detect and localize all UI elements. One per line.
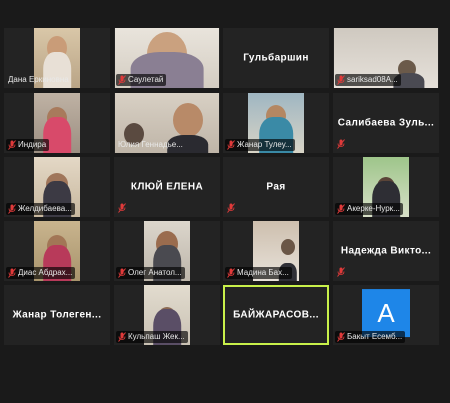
mic-muted-icon [8, 268, 16, 278]
participant-name: sariksad08A... [347, 75, 398, 84]
participant-avatar: A [362, 289, 410, 338]
participant-tile[interactable]: Надежда Викто... [333, 221, 439, 281]
participant-name-label: Мадина Бах... [225, 267, 292, 279]
participant-name: Надежда Викто... [340, 245, 432, 257]
participant-name: Дана Еркиновна [8, 75, 69, 84]
participant-name-label: Жанар Тулеу... [225, 139, 295, 151]
mic-muted-icon [8, 140, 16, 150]
mic-muted-icon [118, 268, 126, 278]
participant-name: Кульпаш Жек... [128, 332, 185, 341]
participant-name: БАЙЖАРАСОВ... [233, 309, 319, 321]
mic-muted-icon [8, 204, 16, 214]
participant-tile[interactable]: Гульбаршин [223, 28, 329, 88]
participant-tile[interactable]: Кульпаш Жек... [114, 285, 220, 345]
mic-muted-icon [118, 332, 126, 342]
mic-muted-icon [227, 203, 235, 213]
participant-tile[interactable]: Салибаева Зуль... [333, 93, 439, 153]
participant-tile[interactable]: Саулетай [114, 28, 220, 88]
participant-tile[interactable]: Индира [4, 93, 110, 153]
participant-tile[interactable]: Диас Абдрах... [4, 221, 110, 281]
participant-name-label: Олег Анатол... [116, 267, 185, 279]
participant-name: Бакыт Есемб... [347, 332, 403, 341]
participant-name-label: sariksad08A... [335, 74, 401, 86]
participant-tile[interactable]: Жанар Толеген... [4, 285, 110, 345]
participant-tile[interactable]: Олег Анатол... [114, 221, 220, 281]
participant-name: Жанар Толеген... [12, 309, 102, 321]
participant-name-label: Дана Еркиновна [6, 74, 72, 86]
participant-name-label: Кульпаш Жек... [116, 331, 188, 343]
participant-name-label: Юлия Геннадье... [116, 139, 186, 151]
video-conference-screen: Дана Еркиновна Саулетай Гульбаршин sarik… [0, 0, 450, 403]
participant-tile[interactable]: Желдибаева... [4, 157, 110, 217]
participant-tile[interactable]: A Бакыт Есемб... [333, 285, 439, 345]
mic-muted-icon [337, 332, 345, 342]
mic-muted-icon [337, 204, 345, 214]
mic-muted-icon [337, 139, 345, 149]
participant-name: Салибаева Зуль... [337, 117, 435, 129]
participant-name-label: Бакыт Есемб... [335, 331, 406, 343]
participant-name: Олег Анатол... [128, 268, 182, 277]
participant-name: КЛЮЙ ЕЛЕНА [130, 181, 204, 193]
participant-name: Акерке-Нурк... [347, 204, 400, 213]
mic-muted-icon [227, 140, 235, 150]
participant-name-label: Акерке-Нурк... [335, 203, 403, 215]
participant-name: Желдибаева... [18, 204, 72, 213]
participant-tile[interactable]: Дана Еркиновна [4, 28, 110, 88]
mic-muted-icon [118, 203, 126, 213]
participant-name-label: Индира [6, 139, 50, 151]
participant-name: Мадина Бах... [237, 268, 289, 277]
participant-name: Юлия Геннадье... [118, 140, 183, 149]
participant-name-label: Диас Абдрах... [6, 267, 76, 279]
participant-tile[interactable]: Мадина Бах... [223, 221, 329, 281]
participant-tile[interactable]: Акерке-Нурк... [333, 157, 439, 217]
participant-tile[interactable]: КЛЮЙ ЕЛЕНА [114, 157, 220, 217]
mic-muted-icon [118, 75, 126, 85]
mic-muted-icon [337, 267, 345, 277]
participant-tile[interactable]: Жанар Тулеу... [223, 93, 329, 153]
participant-name: Жанар Тулеу... [237, 140, 292, 149]
participant-name: Рая [266, 181, 286, 193]
participant-name-label: Саулетай [116, 74, 167, 86]
participant-tile-active-speaker[interactable]: БАЙЖАРАСОВ... [223, 285, 329, 345]
participant-name: Индира [18, 140, 47, 149]
mic-muted-icon [227, 268, 235, 278]
participant-grid: Дана Еркиновна Саулетай Гульбаршин sarik… [0, 0, 450, 403]
participant-tile[interactable]: Юлия Геннадье... [114, 93, 220, 153]
participant-name: Диас Абдрах... [18, 268, 73, 277]
mic-muted-icon [337, 75, 345, 85]
participant-name: Саулетай [128, 75, 164, 84]
participant-tile[interactable]: Рая [223, 157, 329, 217]
participant-name-label: Желдибаева... [6, 203, 75, 215]
participant-name: Гульбаршин [243, 52, 309, 64]
participant-tile[interactable]: sariksad08A... [333, 28, 439, 88]
